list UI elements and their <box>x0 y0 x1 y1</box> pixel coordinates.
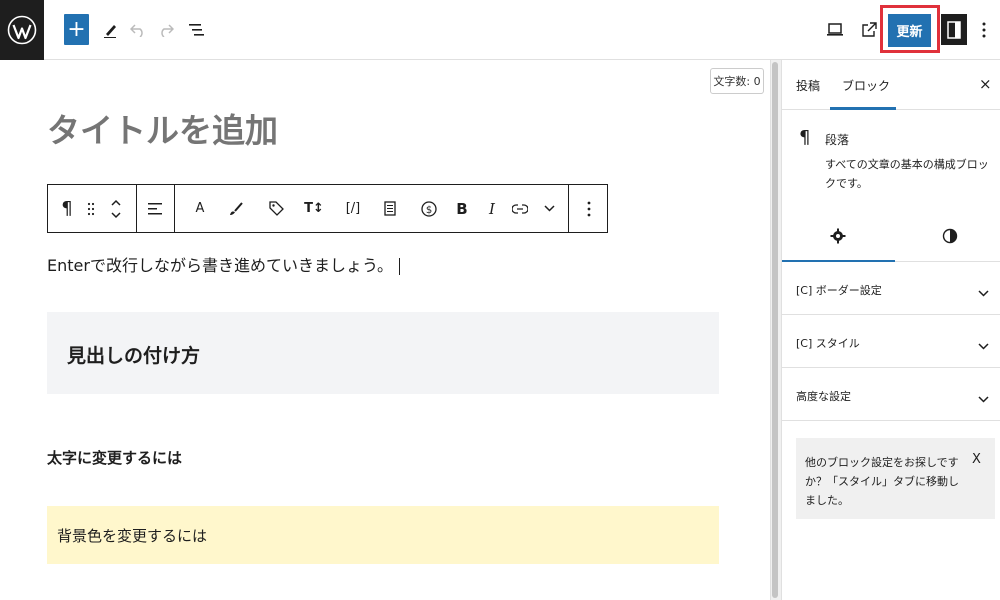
toolbar-divider <box>568 185 569 232</box>
panel-advanced[interactable]: 高度な設定 <box>782 368 1000 421</box>
svg-text:$: $ <box>426 205 432 216</box>
settings-gear-icon[interactable] <box>830 228 846 248</box>
redo-icon[interactable] <box>156 18 176 42</box>
panel-title: [C] スタイル <box>796 337 860 350</box>
document-icon[interactable] <box>378 185 402 232</box>
update-button-highlight: 更新 <box>880 5 940 53</box>
move-up-down-icon[interactable] <box>104 185 128 232</box>
scrollbar-thumb[interactable] <box>772 62 778 598</box>
update-button[interactable]: 更新 <box>888 14 931 47</box>
post-title-input[interactable]: タイトルを追加 <box>47 104 278 152</box>
notice-text: 他のブロック設定をお探しですか？「スタイル」タブに移動しました。 <box>805 456 959 507</box>
add-block-button[interactable]: + <box>64 14 89 45</box>
chevron-down-icon <box>978 282 989 301</box>
moved-settings-notice: 他のブロック設定をお探しですか？「スタイル」タブに移動しました。 X <box>796 438 995 519</box>
highlight-paragraph-block[interactable]: 背景色を変更するには <box>47 506 719 564</box>
italic-icon[interactable]: I <box>480 185 504 232</box>
paragraph-block-icon: ¶ <box>799 127 811 148</box>
toolbar-divider <box>136 185 137 232</box>
list-view-icon[interactable] <box>186 18 208 42</box>
more-vertical-icon[interactable] <box>974 18 994 42</box>
heading-block[interactable]: 見出しの付け方 <box>47 312 719 394</box>
external-link-icon[interactable] <box>858 18 880 42</box>
editor-header: + 更新 <box>0 0 1000 60</box>
panel-title: 高度な設定 <box>796 390 851 403</box>
word-count-badge: 文字数: 0 <box>710 68 764 94</box>
toolbar-divider <box>174 185 175 232</box>
block-card-description: すべての文章の基本の構成ブロックです。 <box>825 158 989 190</box>
wordpress-logo[interactable] <box>0 0 44 60</box>
styles-contrast-icon[interactable] <box>942 228 958 248</box>
panel-border-settings[interactable]: [C] ボーダー設定 <box>782 262 1000 315</box>
notice-close-icon[interactable]: X <box>972 452 981 467</box>
preview-icon[interactable] <box>824 18 846 42</box>
align-icon[interactable] <box>142 185 168 232</box>
paragraph-text: Enterで改行しながら書き進めていきましょう。 <box>47 256 393 275</box>
heading-text: 見出しの付け方 <box>67 345 201 367</box>
more-options-icon[interactable] <box>576 185 602 232</box>
font-size-icon[interactable]: T↕ <box>302 185 326 232</box>
sidebar-tabs: 投稿 ブロック × <box>782 60 1000 110</box>
pencil-icon[interactable] <box>100 18 120 42</box>
highlight-paragraph-text: 背景色を変更するには <box>57 527 208 545</box>
wordpress-logo-icon <box>7 15 37 45</box>
settings-sidebar: 投稿 ブロック × ¶ 段落 すべての文章の基本の構成ブロックです。 [C] ボ… <box>781 60 1000 600</box>
tab-block[interactable]: ブロック <box>842 77 890 94</box>
block-toolbar: ¶ A T↕ [/] $ B I <box>47 184 608 233</box>
link-icon[interactable] <box>508 185 532 232</box>
undo-icon[interactable] <box>128 18 148 42</box>
text-color-icon[interactable]: A <box>188 185 212 232</box>
text-cursor <box>399 258 400 275</box>
paragraph-block[interactable]: Enterで改行しながら書き進めていきましょう。 <box>47 252 400 276</box>
highlight-brush-icon[interactable] <box>224 185 248 232</box>
drag-handle-icon[interactable] <box>80 185 102 232</box>
chevron-down-icon <box>978 388 989 407</box>
panel-title: [C] ボーダー設定 <box>796 284 882 297</box>
settings-sidebar-icon <box>947 20 961 39</box>
dollar-circle-icon[interactable]: $ <box>417 185 441 232</box>
panel-style[interactable]: [C] スタイル <box>782 315 1000 368</box>
block-inspector-tabs <box>782 212 1000 262</box>
chevron-down-icon[interactable] <box>538 185 560 232</box>
paragraph-icon[interactable]: ¶ <box>54 185 80 232</box>
shortcode-icon[interactable]: [/] <box>340 185 366 232</box>
block-card-title: 段落 <box>825 133 850 147</box>
bold-paragraph-block[interactable]: 太字に変更するには <box>47 447 182 468</box>
chevron-down-icon <box>978 335 989 354</box>
close-icon[interactable]: × <box>979 75 992 93</box>
tag-icon[interactable] <box>264 185 288 232</box>
bold-icon[interactable]: B <box>450 185 474 232</box>
settings-sidebar-toggle[interactable] <box>941 14 967 45</box>
tab-post[interactable]: 投稿 <box>796 77 820 94</box>
